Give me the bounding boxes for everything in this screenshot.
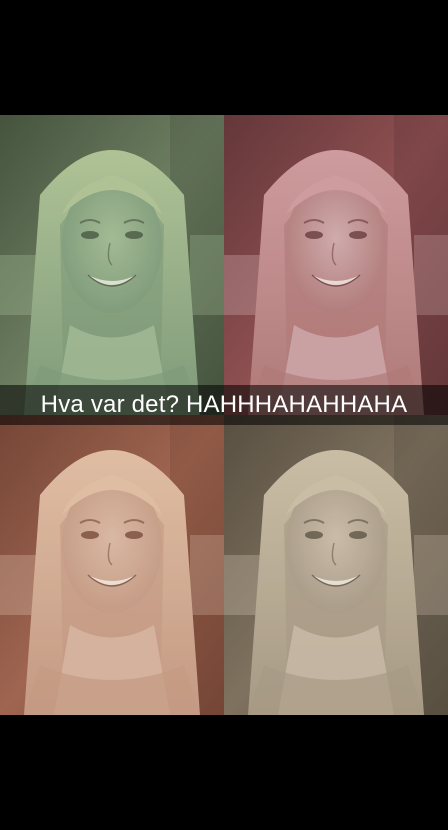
- portrait-photo: [0, 115, 224, 415]
- caption-text: Hva var det? HAHHHAHAHHAHA: [40, 391, 408, 418]
- photo-tile-bottom-left: [0, 415, 224, 715]
- portrait-photo: [224, 415, 448, 715]
- portrait-photo: [0, 415, 224, 715]
- photo-tile-top-left: [0, 115, 224, 415]
- portrait-photo: [224, 115, 448, 415]
- photo-tile-bottom-right: [224, 415, 448, 715]
- photo-tile-top-right: [224, 115, 448, 415]
- snap-screen[interactable]: Hva var det? HAHHHAHAHHAHA: [0, 0, 448, 830]
- caption-bar[interactable]: Hva var det? HAHHHAHAHHAHA: [0, 385, 448, 425]
